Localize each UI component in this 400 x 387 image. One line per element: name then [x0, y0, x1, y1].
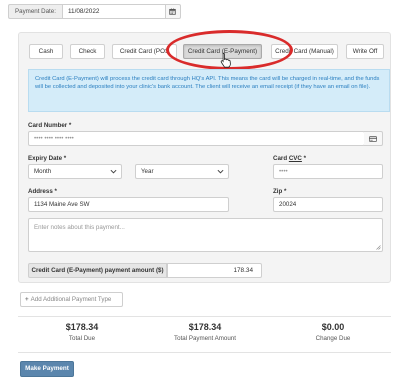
notes-placeholder: Enter notes about this payment...: [34, 224, 125, 231]
card-number-label: Card Number *: [28, 122, 72, 129]
divider: [18, 316, 391, 317]
address-label: Address *: [28, 188, 57, 195]
zip-input[interactable]: 20024: [273, 197, 383, 212]
credit-card-icon: [364, 131, 383, 146]
payment-amount-input[interactable]: 178.34: [167, 263, 262, 278]
plus-icon: +: [25, 296, 29, 303]
chevron-down-icon: [217, 169, 224, 174]
notes-textarea[interactable]: Enter notes about this payment...: [28, 218, 383, 252]
total-due-label: Total Due: [68, 335, 96, 342]
calendar-icon[interactable]: [165, 4, 181, 19]
card-number-input[interactable]: •••• •••• •••• ••••: [28, 131, 365, 146]
card-cvc-input[interactable]: ••••: [273, 164, 383, 179]
expiry-year-select[interactable]: Year: [135, 164, 229, 179]
total-due-value: $178.34: [65, 322, 99, 332]
expiry-month-select[interactable]: Month: [28, 164, 122, 179]
address-input[interactable]: 1134 Maine Ave SW: [28, 197, 229, 212]
cvc-label-prefix: Card: [273, 155, 289, 162]
resize-handle-icon[interactable]: [376, 245, 381, 250]
payment-date-label: Payment Date:: [8, 4, 62, 19]
info-message: Credit Card (E-Payment) will process the…: [28, 69, 390, 112]
expiry-month-value: Month: [34, 168, 52, 175]
payment-date-input[interactable]: 11/08/2022: [61, 4, 166, 19]
card-cvc-label: Card CVC *: [273, 155, 306, 162]
tab-cash[interactable]: Cash: [29, 44, 63, 59]
expiry-year-value: Year: [141, 168, 154, 175]
divider: [18, 352, 391, 353]
add-payment-type-label: Add Additional Payment Type: [30, 296, 112, 303]
total-payment-amount-value: $178.34: [188, 322, 222, 332]
total-payment-amount-label: Total Payment Amount: [174, 335, 236, 342]
cvc-label-abbr: CVC: [288, 155, 302, 162]
hand-pointer-icon: [220, 52, 231, 68]
add-payment-type-button[interactable]: + Add Additional Payment Type: [20, 292, 123, 307]
tab-write-off[interactable]: Write Off: [346, 44, 384, 59]
tab-check[interactable]: Check: [70, 44, 105, 59]
zip-label: Zip *: [273, 188, 287, 195]
make-payment-button[interactable]: Make Payment: [20, 361, 74, 377]
expiry-date-label: Expiry Date *: [28, 155, 67, 162]
payment-amount-label: Credit Card (E-Payment) payment amount (…: [28, 263, 167, 278]
payment-date-group: Payment Date: 11/08/2022: [8, 4, 181, 19]
change-due-value: $0.00: [321, 322, 345, 332]
change-due-label: Change Due: [315, 335, 351, 342]
cvc-label-suffix: *: [301, 155, 307, 162]
chevron-down-icon: [110, 169, 117, 174]
